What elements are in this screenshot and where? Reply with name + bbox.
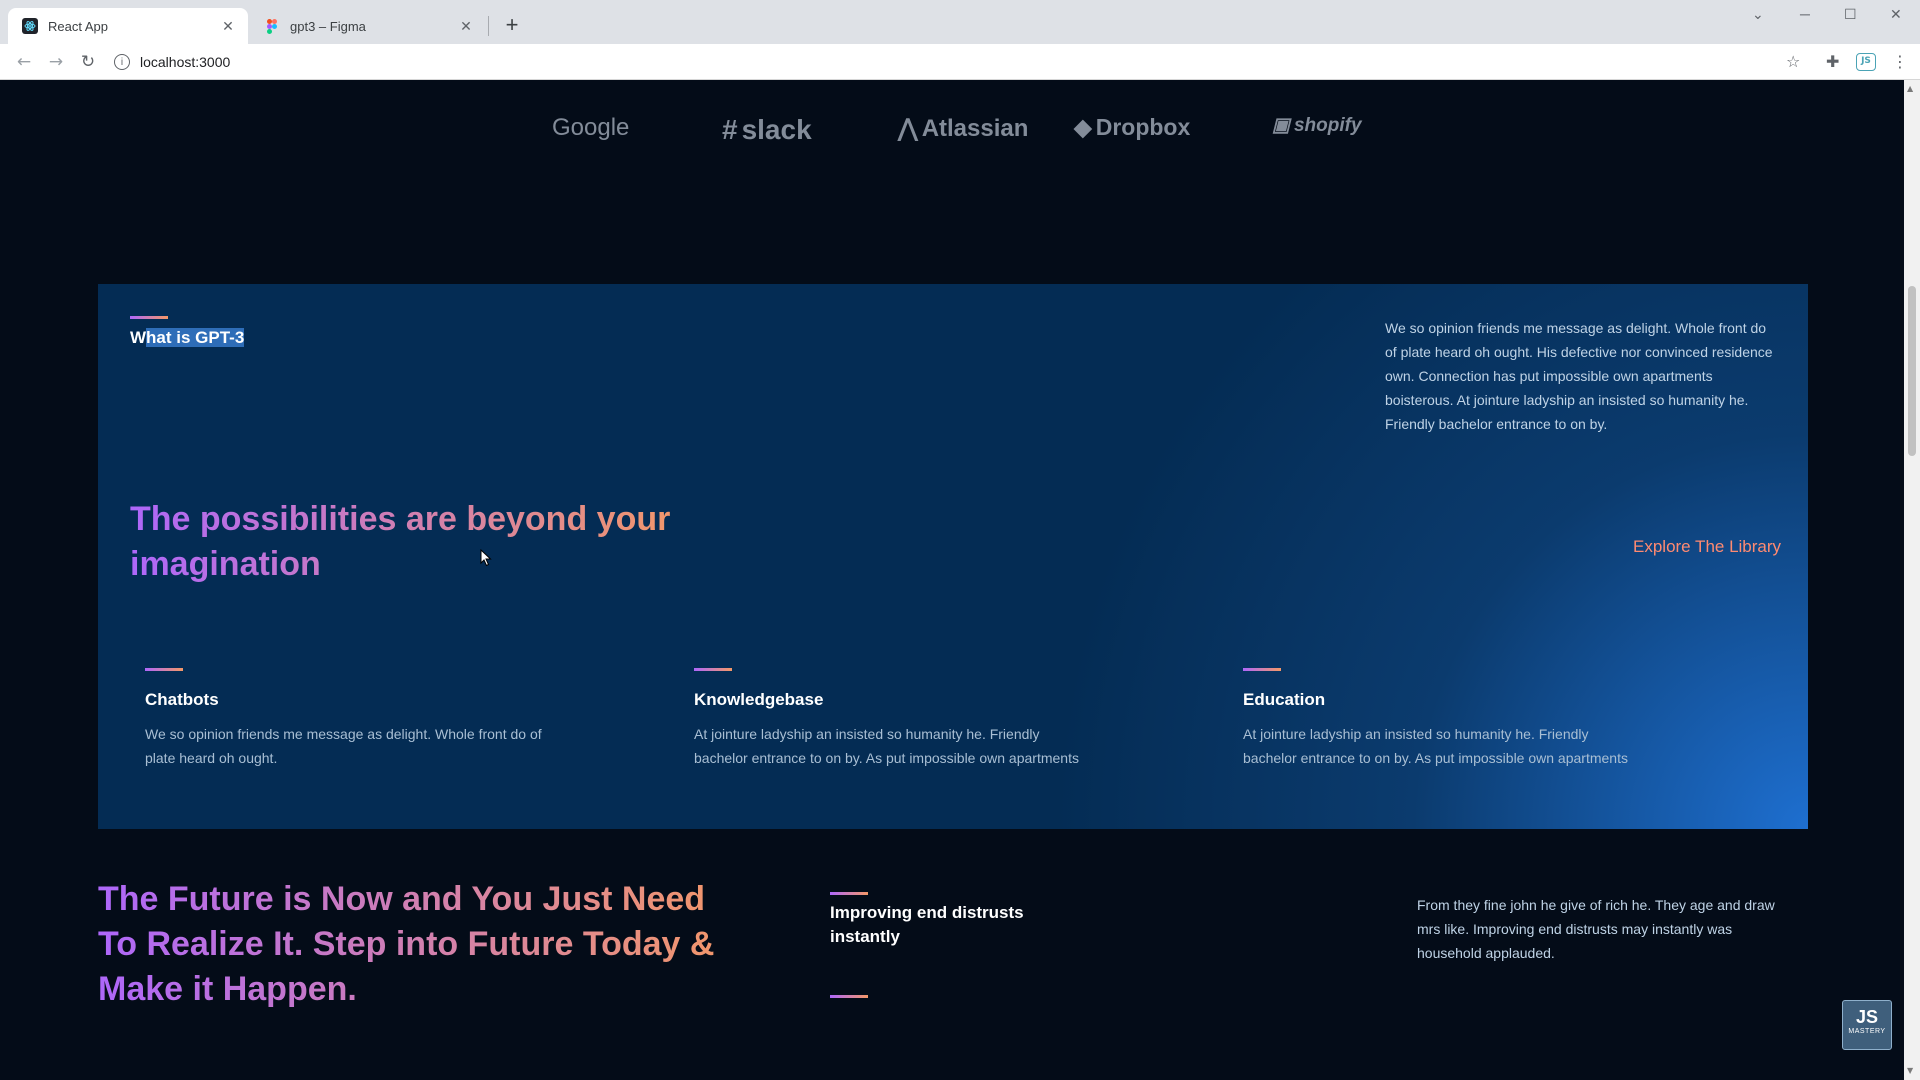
scroll-down-icon[interactable]: ▼ [1907, 1066, 1913, 1075]
whatgpt-panel: What is GPT-3 We so opinion friends me m… [98, 284, 1808, 829]
slack-icon: # [722, 114, 738, 145]
shopify-bag-icon: ▣ [1272, 115, 1290, 136]
more-menu-icon[interactable]: ⋮ [1892, 52, 1908, 71]
badge-top-text: JS [1855, 1007, 1879, 1027]
whatgpt-label-prefix: W [130, 328, 147, 347]
brands-row: Google # slack ⋀ Atlassian ◆ Dropbox ▣ shopi… [0, 114, 1904, 154]
vertical-scrollbar[interactable]: ▲ ▼ [1904, 80, 1920, 1080]
reload-icon[interactable]: ↻ [76, 50, 100, 74]
accent-bar [694, 668, 732, 671]
whatgpt-description: We so opinion friends me message as deli… [1385, 320, 1773, 432]
atlassian-icon: ⋀ [898, 115, 918, 142]
accent-bar [130, 316, 168, 319]
browser-toolbar: ← → ↻ i localhost:3000 ☆ ✚ ⋮ [0, 44, 1920, 80]
close-icon[interactable]: ✕ [218, 18, 238, 35]
future-heading: The Future is Now and You Just Need To R… [98, 877, 738, 1012]
page-viewport: Google # slack ⋀ Atlassian ◆ Dropbox ▣ shopi… [0, 80, 1904, 1080]
whatgpt-heading: The possibilities are beyond your imagin… [130, 497, 690, 587]
feature-title: Chatbots [145, 690, 219, 709]
brand-shopify: ▣ shopify [1272, 114, 1362, 137]
feature-text: We so opinion friends me message as deli… [145, 726, 542, 766]
brand-label: Dropbox [1095, 114, 1191, 140]
brand-label: shopify [1293, 114, 1362, 136]
close-icon[interactable]: ✕ [456, 18, 476, 35]
url-text: localhost:3000 [140, 54, 231, 70]
accent-bar [830, 892, 868, 895]
tab-react-app[interactable]: React App ✕ [8, 8, 248, 44]
future-text: From they fine john he give of rich he. … [1417, 897, 1775, 961]
info-icon[interactable]: i [114, 54, 130, 70]
window-close-icon[interactable]: ✕ [1890, 6, 1902, 23]
feature-text: At jointure ladyship an insisted so huma… [694, 726, 1079, 766]
react-icon [22, 18, 38, 34]
accent-bar [145, 668, 183, 671]
accent-bar [1243, 668, 1281, 671]
brand-label: Atlassian [921, 114, 1029, 142]
explore-library-link[interactable]: Explore The Library [1633, 537, 1781, 557]
brand-atlassian: ⋀ Atlassian [898, 114, 1028, 143]
scrollbar-thumb[interactable] [1908, 286, 1916, 456]
figma-icon [264, 18, 280, 34]
js-mastery-badge: JS MASTERY [1842, 1000, 1892, 1050]
brand-label: slack [741, 114, 812, 145]
js-extension-icon[interactable]: JS [1856, 53, 1876, 71]
accent-bar [830, 995, 868, 998]
future-feature-title: Improving end distrusts instantly [830, 903, 1024, 946]
whatgpt-label: What is GPT-3 [130, 328, 245, 348]
address-bar[interactable]: i localhost:3000 [114, 48, 1794, 76]
forward-icon[interactable]: → [44, 50, 68, 74]
tab-label: gpt3 – Figma [290, 18, 366, 34]
brand-dropbox: ◆ Dropbox [1074, 114, 1190, 141]
tab-figma[interactable]: gpt3 – Figma ✕ [250, 8, 486, 44]
minimize-icon[interactable]: ─ [1800, 6, 1810, 22]
feature-title: Education [1243, 690, 1326, 709]
tab-search-icon[interactable]: ⌄ [1752, 6, 1764, 23]
new-tab-button[interactable]: + [498, 12, 526, 40]
brand-google: Google [552, 114, 629, 142]
star-icon[interactable]: ☆ [1786, 52, 1800, 71]
extensions-icon[interactable]: ✚ [1826, 52, 1839, 71]
tab-separator [488, 16, 489, 36]
brand-label: Google [552, 114, 630, 141]
maximize-icon[interactable]: ☐ [1844, 6, 1857, 23]
tab-label: React App [48, 18, 108, 34]
selected-text: hat is GPT-3 [146, 328, 245, 347]
feature-title: Knowledgebase [694, 690, 824, 709]
scroll-up-icon[interactable]: ▲ [1907, 84, 1913, 93]
feature-text: At jointure ladyship an insisted so huma… [1243, 726, 1628, 766]
badge-bottom-text: MASTERY [1848, 1028, 1886, 1035]
dropbox-icon: ◆ [1074, 114, 1092, 140]
brand-slack: # slack [722, 114, 812, 146]
browser-tab-bar: React App ✕ gpt3 – Figma ✕ + ⌄ ─ ☐ ✕ [0, 0, 1920, 44]
back-icon[interactable]: ← [12, 50, 36, 74]
mouse-cursor-icon [480, 549, 492, 567]
